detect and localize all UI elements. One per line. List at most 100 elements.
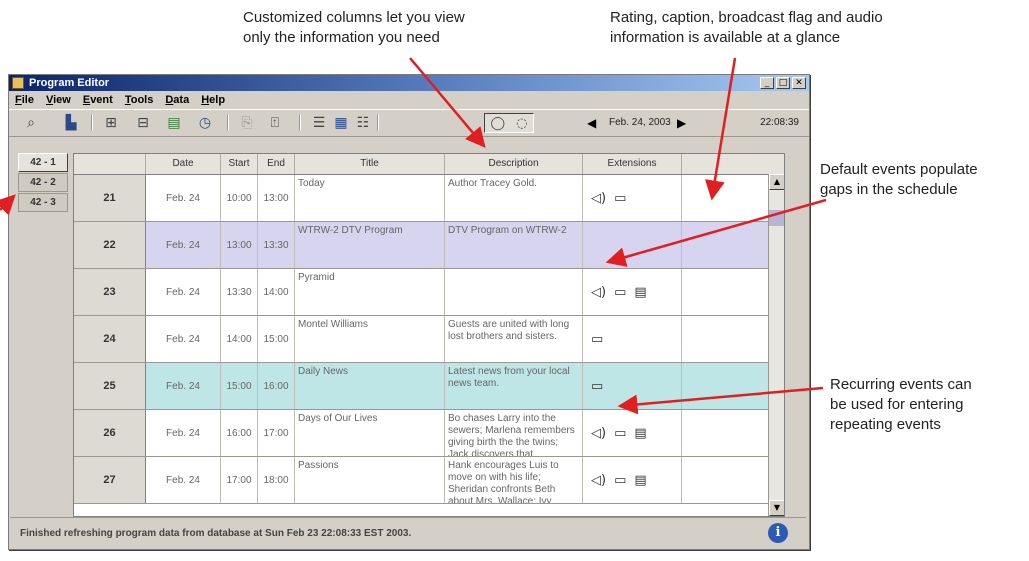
table-row[interactable]: 26 Feb. 24 16:00 17:00 Days of Our Lives Bo c…	[74, 410, 784, 457]
cell-extensions[interactable]	[583, 222, 682, 268]
copy-icon[interactable]: ⎘	[237, 114, 257, 132]
cell-description[interactable]: DTV Program on WTRW-2	[445, 222, 583, 268]
menu-help[interactable]: Help	[195, 94, 231, 106]
cell-end[interactable]: 13:30	[258, 222, 295, 268]
cell-end[interactable]: 16:00	[258, 363, 295, 409]
row-number[interactable]: 21	[74, 175, 146, 221]
vertical-scrollbar[interactable]: ▲ ▼	[768, 174, 784, 516]
cell-extensions[interactable]: ◁) ▭ ▤	[583, 457, 682, 503]
trash-icon[interactable]: ▙	[61, 114, 81, 132]
info-icon[interactable]: i	[768, 523, 788, 543]
row-number[interactable]: 26	[74, 410, 146, 456]
maximize-button[interactable]: □	[776, 77, 790, 89]
menu-data[interactable]: Data	[159, 94, 195, 106]
grid-header: Date Start End Title Description Extensi…	[74, 154, 784, 175]
header-date[interactable]: Date	[146, 154, 221, 174]
header-description[interactable]: Description	[445, 154, 583, 174]
cell-title[interactable]: Pyramid	[295, 269, 445, 315]
cell-description[interactable]: Bo chases Larry into the sewers; Marlena…	[445, 410, 583, 456]
search-icon[interactable]: ⌕	[21, 114, 41, 132]
cell-title[interactable]: Passions	[295, 457, 445, 503]
cell-title[interactable]: WTRW-2 DTV Program	[295, 222, 445, 268]
table-row[interactable]: 25 Feb. 24 15:00 16:00 Daily News Latest news…	[74, 363, 784, 410]
cell-start[interactable]: 13:00	[221, 222, 258, 268]
cell-start[interactable]: 10:00	[221, 175, 258, 221]
cell-start[interactable]: 17:00	[221, 457, 258, 503]
header-title[interactable]: Title	[295, 154, 445, 174]
cell-title[interactable]: Daily News	[295, 363, 445, 409]
minimize-button[interactable]: _	[760, 77, 774, 89]
header-row-number[interactable]	[74, 154, 146, 174]
save-icon[interactable]: ▤	[164, 114, 184, 132]
cell-extensions[interactable]: ◁) ▭	[583, 175, 682, 221]
row-number[interactable]: 23	[74, 269, 146, 315]
cell-title[interactable]: Montel Williams	[295, 316, 445, 362]
header-start[interactable]: Start	[221, 154, 258, 174]
header-extensions[interactable]: Extensions	[583, 154, 682, 174]
menu-tools[interactable]: Tools	[119, 94, 160, 106]
table-row[interactable]: 21 Feb. 24 10:00 13:00 Today Author Tracey Go…	[74, 175, 784, 222]
cell-end[interactable]: 18:00	[258, 457, 295, 503]
scroll-down-button[interactable]: ▼	[769, 500, 784, 516]
row-number[interactable]: 27	[74, 457, 146, 503]
callout-recurring-events: Recurring events can be used for enterin…	[830, 376, 972, 433]
channel-tab-42-3[interactable]: 42 - 3	[18, 193, 68, 212]
row-number[interactable]: 24	[74, 316, 146, 362]
cell-date[interactable]: Feb. 24	[146, 363, 221, 409]
cell-date[interactable]: Feb. 24	[146, 175, 221, 221]
cell-end[interactable]: 13:00	[258, 175, 295, 221]
scroll-up-button[interactable]: ▲	[769, 174, 784, 190]
cell-end[interactable]: 15:00	[258, 316, 295, 362]
cell-extensions[interactable]: ▭	[583, 316, 682, 362]
row-number[interactable]: 22	[74, 222, 146, 268]
table-row[interactable]: 24 Feb. 24 14:00 15:00 Montel Williams Guests…	[74, 316, 784, 363]
grid-view-1-icon[interactable]: ☰	[309, 114, 329, 132]
rating-bubble-icon[interactable]: ◌	[516, 116, 527, 131]
clock-icon[interactable]: ◷	[195, 114, 215, 132]
cell-extensions[interactable]: ◁) ▭ ▤	[583, 269, 682, 315]
caption-toggle-group[interactable]: ◯ ◌	[484, 113, 534, 133]
insert-event-icon[interactable]: ⊞	[101, 114, 121, 132]
header-end[interactable]: End	[258, 154, 295, 174]
next-date-button[interactable]: ▶	[677, 116, 686, 130]
menu-file[interactable]: File	[9, 94, 40, 106]
scroll-thumb[interactable]	[769, 210, 784, 226]
cell-extensions[interactable]: ▭	[583, 363, 682, 409]
caption-bubble-icon[interactable]: ◯	[491, 116, 506, 131]
cell-description[interactable]: Guests are united with long lost brother…	[445, 316, 583, 362]
cell-title[interactable]: Today	[295, 175, 445, 221]
table-row[interactable]: 23 Feb. 24 13:30 14:00 Pyramid ◁) ▭ ▤	[74, 269, 784, 316]
cell-end[interactable]: 14:00	[258, 269, 295, 315]
cell-description[interactable]: Hank encourages Luis to move on with his…	[445, 457, 583, 503]
channel-tab-42-1[interactable]: 42 - 1	[18, 153, 68, 172]
close-button[interactable]: ✕	[792, 77, 806, 89]
cell-description[interactable]	[445, 269, 583, 315]
cell-start[interactable]: 15:00	[221, 363, 258, 409]
toolbar-separator	[299, 115, 301, 131]
callout-rating-info: Rating, caption, broadcast flag and audi…	[610, 9, 883, 46]
table-row[interactable]: 27 Feb. 24 17:00 18:00 Passions Hank encourag…	[74, 457, 784, 504]
cell-description[interactable]: Latest news from your local news team.	[445, 363, 583, 409]
cell-description[interactable]: Author Tracey Gold.	[445, 175, 583, 221]
row-number[interactable]: 25	[74, 363, 146, 409]
cell-date[interactable]: Feb. 24	[146, 457, 221, 503]
cell-date[interactable]: Feb. 24	[146, 410, 221, 456]
cell-start[interactable]: 16:00	[221, 410, 258, 456]
channel-tab-42-2[interactable]: 42 - 2	[18, 173, 68, 192]
table-row[interactable]: 22 Feb. 24 13:00 13:30 WTRW-2 DTV Program DTV…	[74, 222, 784, 269]
grid-view-2-icon[interactable]: ▦	[331, 114, 351, 132]
cell-title[interactable]: Days of Our Lives	[295, 410, 445, 456]
previous-date-button[interactable]: ◀	[587, 116, 596, 130]
cell-date[interactable]: Feb. 24	[146, 222, 221, 268]
delete-event-icon[interactable]: ⊟	[133, 114, 153, 132]
menu-view[interactable]: View	[40, 94, 77, 106]
menu-event[interactable]: Event	[77, 94, 119, 106]
grid-view-3-icon[interactable]: ☷	[353, 114, 373, 132]
cell-start[interactable]: 13:30	[221, 269, 258, 315]
cell-end[interactable]: 17:00	[258, 410, 295, 456]
export-icon[interactable]: ⍐	[265, 114, 285, 132]
cell-date[interactable]: Feb. 24	[146, 269, 221, 315]
cell-date[interactable]: Feb. 24	[146, 316, 221, 362]
cell-start[interactable]: 14:00	[221, 316, 258, 362]
cell-extensions[interactable]: ◁) ▭ ▤	[583, 410, 682, 456]
